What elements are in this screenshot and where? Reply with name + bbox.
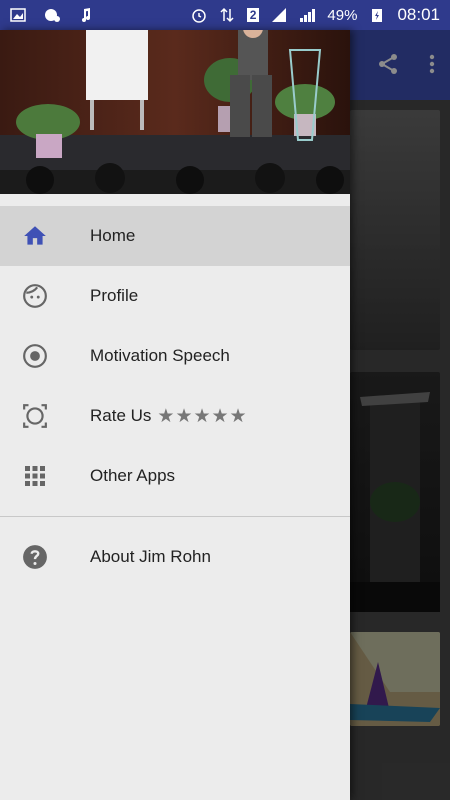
apps-grid-icon [0,464,70,488]
image-notification-icon [10,8,26,22]
drawer-divider [0,516,350,517]
drawer-item-rate-us[interactable]: Rate Us ★★★★★ [0,386,350,446]
drawer-item-motivation-speech[interactable]: Motivation Speech [0,326,350,386]
sim-badge: 2 [246,8,260,22]
drawer-menu: Home Profile Motivation Speech Rate Us ★… [0,206,350,587]
drawer-item-label: Motivation Speech [90,346,230,365]
rating-stars: ★★★★★ [157,405,248,427]
drawer-item-label: Other Apps [90,466,176,485]
clock: 08:01 [397,5,440,24]
battery-percent: 49% [327,6,358,24]
alarm-icon [191,9,206,23]
data-transfer-icon [220,7,234,23]
help-icon [0,544,70,570]
drawer-item-label: Home [90,226,136,245]
drawer-header-image [0,30,350,194]
drawer-item-label: Profile [90,286,139,305]
radio-button-icon [0,343,70,369]
drawer-item-other-apps[interactable]: Other Apps [0,446,350,506]
battery-charging-icon [372,9,383,22]
drawer-item-label: About Jim Rohn [90,547,211,566]
drawer-item-about[interactable]: About Jim Rohn [0,527,350,587]
signal-icon [272,8,287,22]
drawer-item-home[interactable]: Home [0,206,350,266]
rate-icon [0,403,70,429]
status-bar: 2 49% 08:01 [0,0,450,30]
navigation-drawer: Home Profile Motivation Speech Rate Us ★… [0,30,350,800]
music-note-icon [82,8,90,22]
face-icon [0,283,70,309]
speaker-on-stage-image [0,30,350,194]
signal-strength-icon [300,9,316,22]
home-icon [0,223,70,249]
drawer-item-profile[interactable]: Profile [0,266,350,326]
drawer-item-label: Rate Us [90,406,152,425]
app-notification-icon [45,9,60,22]
